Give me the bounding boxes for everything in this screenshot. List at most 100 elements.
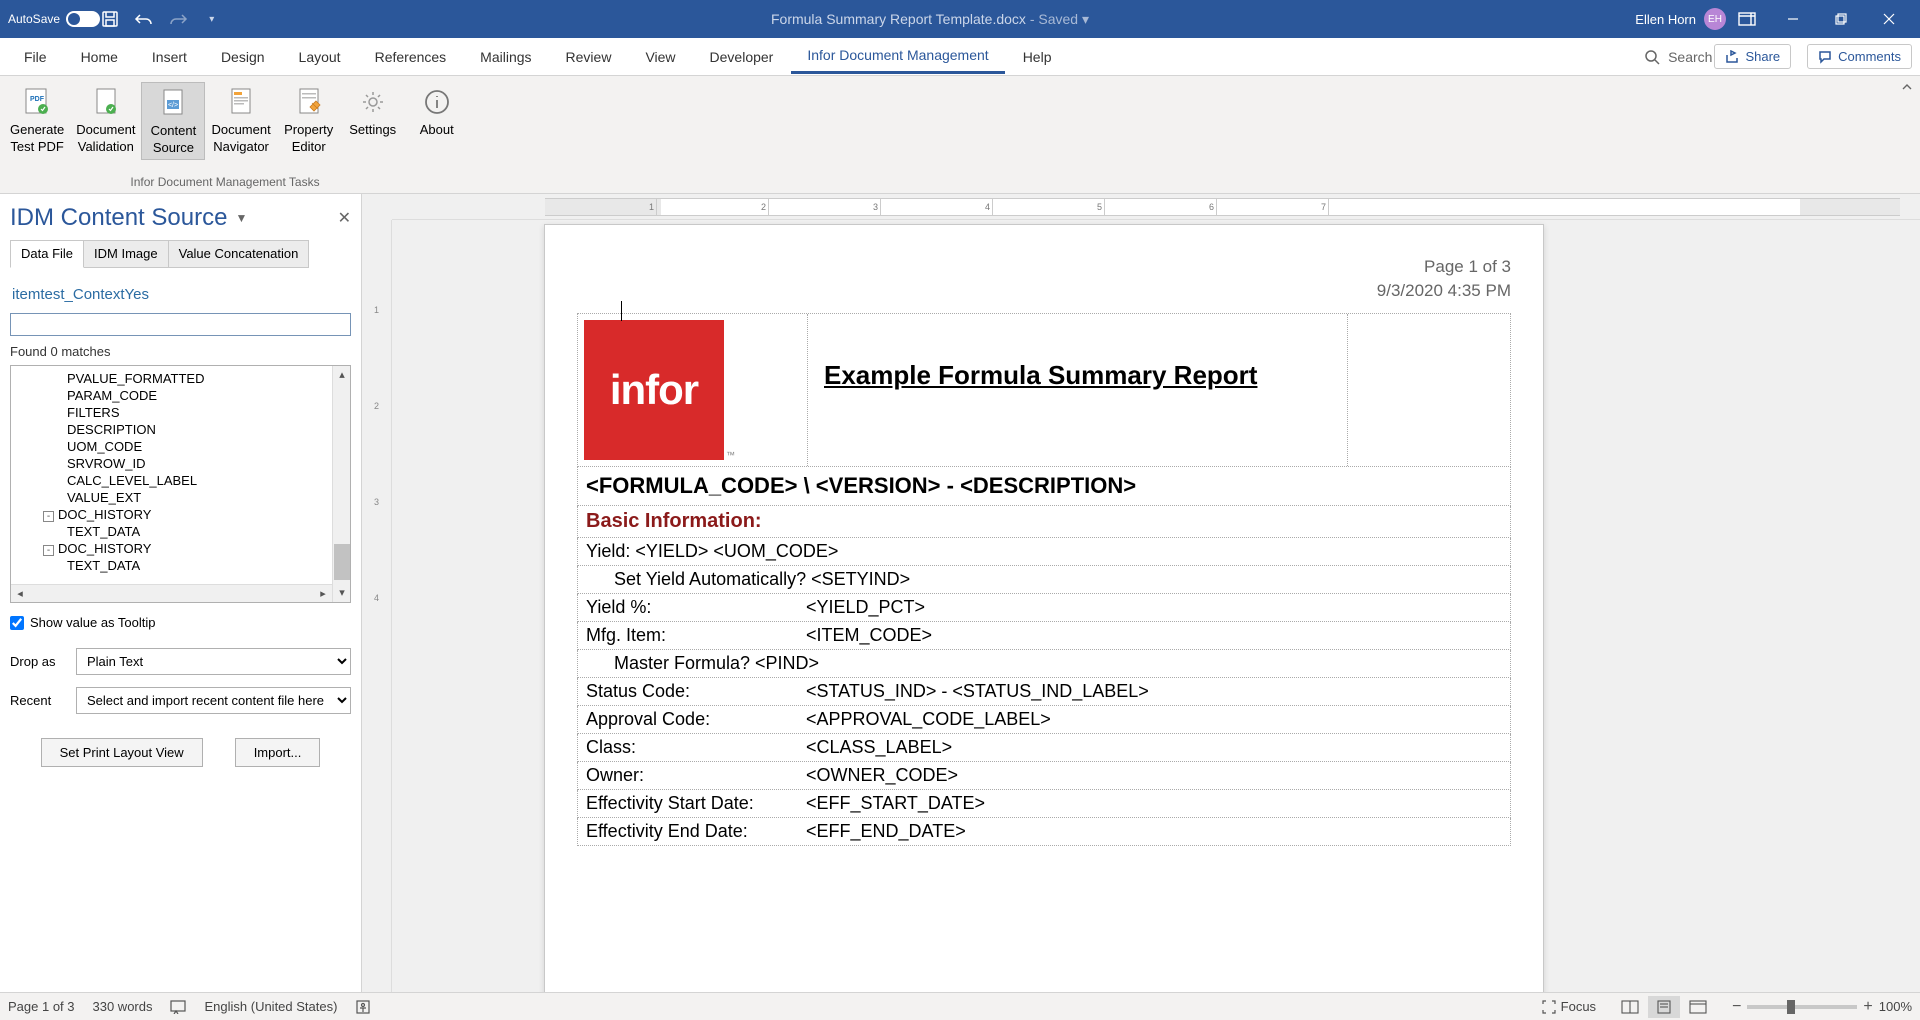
tree-node[interactable]: VALUE_EXT (43, 489, 330, 506)
page-header: Page 1 of 3 9/3/2020 4:35 PM (577, 255, 1511, 303)
document-navigator-button[interactable]: Document Navigator (205, 82, 276, 158)
redo-icon[interactable] (165, 6, 191, 32)
data-row: Effectivity Start Date:<EFF_START_DATE> (577, 790, 1511, 818)
tree-node-label: TEXT_DATA (67, 524, 140, 539)
tab-layout[interactable]: Layout (283, 41, 357, 73)
scroll-right-icon[interactable]: ▸ (314, 585, 332, 603)
search-box[interactable]: Search (1644, 49, 1712, 65)
content-filename: itemtest_ContextYes (10, 268, 351, 313)
qat-dropdown-icon[interactable]: ▾ (199, 6, 225, 32)
tree-horizontal-scrollbar[interactable]: ◂ ▸ (11, 584, 332, 602)
comments-button[interactable]: Comments (1807, 44, 1912, 69)
spellcheck-icon[interactable] (170, 1000, 186, 1014)
read-mode-button[interactable] (1614, 996, 1646, 1018)
tree-node[interactable]: SRVROW_ID (43, 455, 330, 472)
tab-view[interactable]: View (629, 41, 691, 73)
document-validation-button[interactable]: Document Validation (70, 82, 141, 158)
expand-icon[interactable]: - (43, 545, 54, 556)
comments-label: Comments (1838, 49, 1901, 64)
autosave-toggle[interactable]: AutoSave On (8, 11, 89, 27)
horizontal-ruler[interactable]: 1234567 (392, 194, 1920, 220)
document-canvas[interactable]: Page 1 of 3 9/3/2020 4:35 PM infor ™ Exa… (392, 220, 1920, 992)
minimize-button[interactable] (1770, 3, 1816, 35)
collapse-ribbon-icon[interactable] (1900, 80, 1914, 94)
scrollbar-thumb[interactable] (334, 544, 350, 580)
pane-tab-value-concat[interactable]: Value Concatenation (168, 240, 310, 268)
tab-file[interactable]: File (8, 41, 63, 73)
row-key: Approval Code: (578, 706, 798, 733)
row-key: Mfg. Item: (578, 622, 798, 649)
scroll-up-icon[interactable]: ▴ (333, 366, 351, 384)
tab-mailings[interactable]: Mailings (464, 41, 547, 73)
tree-node[interactable]: TEXT_DATA (43, 523, 330, 540)
accessibility-icon[interactable] (355, 999, 371, 1015)
scroll-left-icon[interactable]: ◂ (11, 585, 29, 603)
tree-node-label: DOC_HISTORY (58, 507, 151, 522)
generate-test-pdf-button[interactable]: PDF Generate Test PDF (4, 82, 70, 158)
user-account[interactable]: Ellen Horn EH (1635, 8, 1726, 30)
save-icon[interactable] (97, 6, 123, 32)
web-layout-button[interactable] (1682, 996, 1714, 1018)
tree-node[interactable]: CALC_LEVEL_LABEL (43, 472, 330, 489)
pane-close-button[interactable]: ✕ (338, 208, 351, 228)
content-source-button[interactable]: </> Content Source (141, 82, 205, 160)
share-label: Share (1745, 49, 1780, 64)
ribbon-display-options-icon[interactable] (1734, 6, 1760, 32)
tab-insert[interactable]: Insert (136, 41, 203, 73)
tab-design[interactable]: Design (205, 41, 281, 73)
pane-search-input[interactable] (10, 313, 351, 336)
import-button[interactable]: Import... (235, 738, 321, 767)
zoom-control: − + 100% (1732, 998, 1912, 1016)
settings-button[interactable]: Settings (341, 82, 405, 141)
ribbon-tabs: File Home Insert Design Layout Reference… (0, 38, 1920, 76)
row-full: Yield: <YIELD> <UOM_CODE> (578, 538, 1510, 565)
tab-references[interactable]: References (359, 41, 463, 73)
set-print-layout-button[interactable]: Set Print Layout View (41, 738, 203, 767)
tree-node[interactable]: PARAM_CODE (43, 387, 330, 404)
svg-text:</>: </> (168, 102, 178, 109)
focus-mode-button[interactable]: Focus (1541, 999, 1596, 1015)
tab-help[interactable]: Help (1007, 41, 1068, 73)
close-button[interactable] (1866, 3, 1912, 35)
pane-tabs: Data File IDM Image Value Concatenation (10, 240, 351, 268)
undo-icon[interactable] (131, 6, 157, 32)
tree-vertical-scrollbar[interactable]: ▴ ▾ (332, 366, 350, 602)
recent-select[interactable]: Select and import recent content file he… (76, 687, 351, 714)
zoom-in-button[interactable]: + (1863, 998, 1872, 1016)
data-row: Yield: <YIELD> <UOM_CODE> (577, 538, 1511, 566)
pane-tab-idm-image[interactable]: IDM Image (83, 240, 169, 268)
tree-node[interactable]: TEXT_DATA (43, 557, 330, 574)
scroll-down-icon[interactable]: ▾ (333, 584, 351, 602)
tab-review[interactable]: Review (550, 41, 628, 73)
tab-home[interactable]: Home (65, 41, 134, 73)
tab-idm[interactable]: Infor Document Management (791, 39, 1004, 74)
tree-node[interactable]: DESCRIPTION (43, 421, 330, 438)
show-tooltip-input[interactable] (10, 616, 24, 630)
status-language[interactable]: English (United States) (204, 999, 337, 1014)
drop-as-select[interactable]: Plain Text (76, 648, 351, 675)
about-button[interactable]: About (405, 82, 469, 141)
pane-dropdown-icon[interactable]: ▼ (235, 211, 247, 225)
tree-node[interactable]: FILTERS (43, 404, 330, 421)
navigator-icon (225, 86, 257, 118)
status-words[interactable]: 330 words (93, 999, 153, 1014)
zoom-slider[interactable] (1747, 1005, 1857, 1009)
expand-icon[interactable]: - (43, 511, 54, 522)
tree-node[interactable]: PVALUE_FORMATTED (43, 370, 330, 387)
zoom-level[interactable]: 100% (1879, 999, 1912, 1014)
section-basic-info: Basic Information: (577, 506, 1511, 538)
tree-node[interactable]: UOM_CODE (43, 438, 330, 455)
print-layout-button[interactable] (1648, 996, 1680, 1018)
tab-developer[interactable]: Developer (694, 41, 790, 73)
tree-node[interactable]: -DOC_HISTORY (43, 540, 330, 557)
maximize-button[interactable] (1818, 3, 1864, 35)
pane-tab-data-file[interactable]: Data File (10, 240, 84, 268)
show-tooltip-checkbox[interactable]: Show value as Tooltip (10, 615, 351, 630)
zoom-out-button[interactable]: − (1732, 998, 1741, 1016)
tree-node[interactable]: -DOC_HISTORY (43, 506, 330, 523)
property-editor-button[interactable]: Property Editor (277, 82, 341, 158)
document-page[interactable]: Page 1 of 3 9/3/2020 4:35 PM infor ™ Exa… (544, 224, 1544, 992)
vertical-ruler[interactable]: 1234 (362, 220, 392, 992)
share-button[interactable]: Share (1714, 44, 1791, 69)
status-page[interactable]: Page 1 of 3 (8, 999, 75, 1014)
